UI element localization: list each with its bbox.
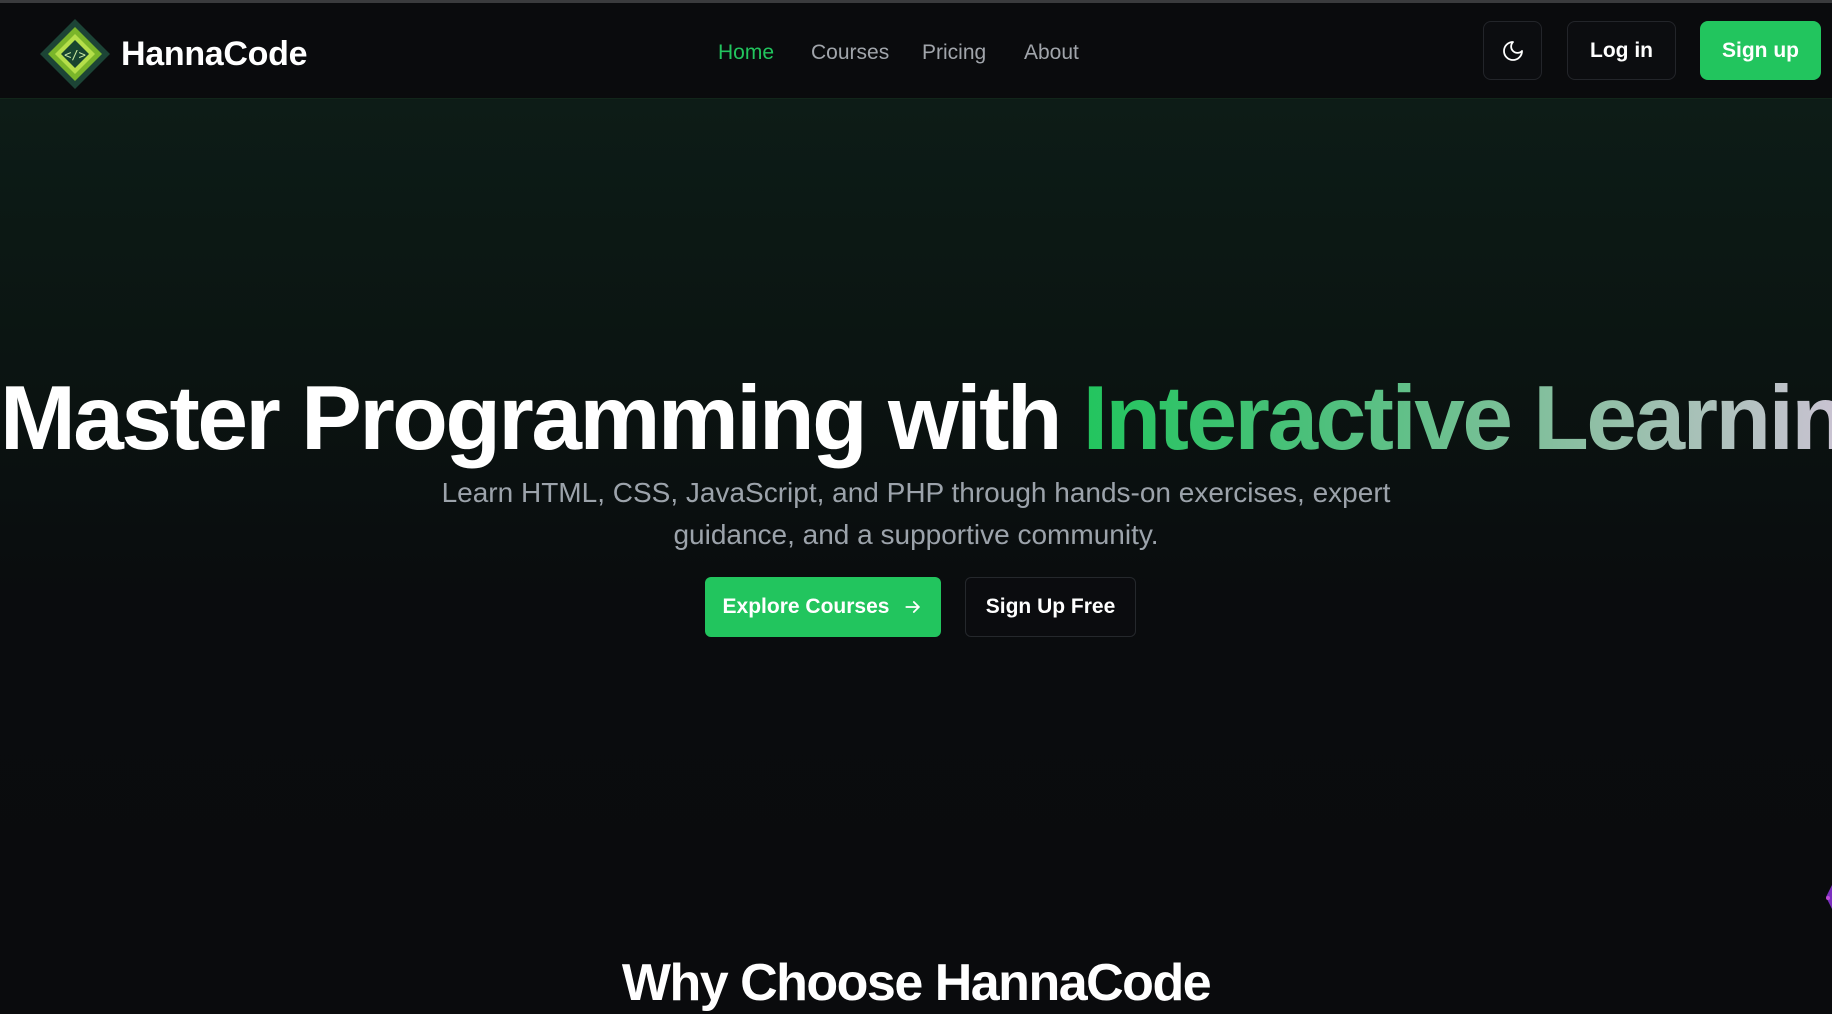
nav-item-home[interactable]: Home: [718, 41, 774, 65]
signup-button[interactable]: Sign up: [1700, 21, 1821, 80]
hero-subtitle-line-2: guidance, and a supportive community.: [673, 519, 1159, 550]
hero-title-plain: Master Programming with: [0, 368, 1062, 469]
explore-courses-button[interactable]: Explore Courses: [705, 577, 941, 637]
hero-title-highlight: Interactive Learning: [1083, 368, 1832, 469]
sparkle-icon: [1826, 885, 1832, 909]
explore-courses-label: Explore Courses: [722, 595, 890, 618]
hero-section: Master Programming with Interactive Lear…: [0, 99, 1832, 1012]
features-section-title: Why Choose HannaCode: [621, 954, 1212, 1012]
moon-icon: [1502, 40, 1523, 61]
hero-title: Master Programming with Interactive Lear…: [0, 367, 1832, 471]
sign-up-free-button[interactable]: Sign Up Free: [965, 577, 1136, 637]
hero-subtitle-line-1: Learn HTML, CSS, JavaScript, and PHP thr…: [441, 477, 1391, 508]
nav-item-courses[interactable]: Courses: [811, 41, 889, 65]
brand-name[interactable]: HannaCode: [121, 35, 308, 74]
code-diamond-logo[interactable]: </>: [38, 17, 112, 91]
theme-toggle-button[interactable]: [1483, 21, 1542, 80]
svg-text:</>: </>: [64, 48, 86, 62]
arrow-right-icon: [905, 601, 921, 613]
hero-subtitle: Learn HTML, CSS, JavaScript, and PHP thr…: [416, 472, 1416, 556]
login-button[interactable]: Log in: [1567, 21, 1676, 80]
nav-item-about[interactable]: About: [1024, 41, 1079, 65]
nav-item-pricing[interactable]: Pricing: [922, 41, 986, 65]
site-header: </> HannaCode Home Courses Pricing About…: [0, 3, 1832, 99]
